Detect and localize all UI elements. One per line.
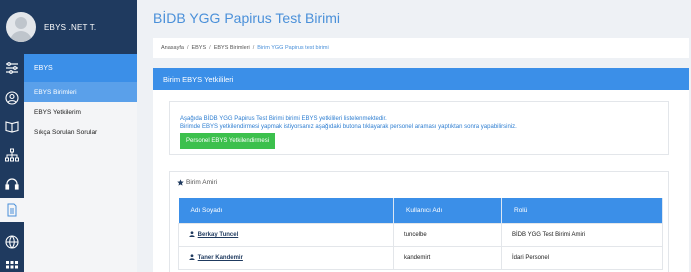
column-header-name[interactable]: Adı Soyadı — [178, 198, 394, 223]
section-title: Birim Amiri — [177, 179, 217, 186]
document-icon[interactable] — [0, 198, 24, 222]
sidebar-item-ebys-yetkilerim[interactable]: EBYS Yetkilerim — [24, 102, 137, 122]
info-text-2: Birimde EBYS yetkilendirmesi yapmak isti… — [180, 124, 517, 130]
menu-header-ebys[interactable]: EBYS — [24, 54, 137, 82]
globe-icon[interactable] — [0, 230, 24, 254]
breadcrumb-separator: / — [252, 45, 255, 51]
table-row: Taner Kandemir kandemirt İdari Personel — [178, 245, 663, 270]
column-header-username[interactable]: Kullanıcı Adı — [393, 198, 502, 223]
column-header-role[interactable]: Rolü — [501, 198, 663, 223]
cell-name: Berkay Tuncel — [178, 222, 394, 247]
user-icon — [189, 254, 195, 260]
headset-icon[interactable] — [0, 172, 24, 196]
authorities-panel: Birim EBYS Yetkilileri Aşağıda BİDB YGG … — [153, 68, 689, 272]
breadcrumb: Anasayfa / EBYS / EBYS Birimleri / Birim… — [153, 38, 689, 58]
grid-icon[interactable] — [0, 255, 24, 272]
info-box: Aşağıda BİDB YGG Papirus Test Birimi bir… — [169, 101, 669, 155]
book-icon[interactable] — [0, 114, 24, 138]
breadcrumb-home[interactable]: Anasayfa — [161, 45, 184, 51]
page-title: BİDB YGG Papirus Test Birimi — [153, 10, 340, 26]
cell-role: İdari Personel — [501, 245, 663, 270]
table-row: Berkay Tuncel tuncelbe BİDB YGG Test Bir… — [178, 222, 663, 247]
cell-name: Taner Kandemir — [178, 245, 394, 270]
table-header-row: Adı Soyadı Kullanıcı Adı Rolü — [178, 198, 663, 223]
avatar[interactable] — [6, 12, 36, 42]
users-table: Adı Soyadı Kullanıcı Adı Rolü Berkay Tun… — [178, 198, 663, 270]
icon-bar — [0, 54, 24, 272]
cell-username: kandemirt — [393, 245, 502, 270]
main-content: BİDB YGG Papirus Test Birimi Anasayfa / … — [137, 0, 691, 272]
breadcrumb-ebys[interactable]: EBYS — [191, 45, 206, 51]
info-text-1: Aşağıda BİDB YGG Papirus Test Birimi bir… — [180, 116, 387, 122]
section-title-text: Birim Amiri — [186, 179, 218, 186]
sidebar-menu: EBYS EBYS Birimleri EBYS Yetkilerim Sıkç… — [24, 54, 137, 272]
user-circle-icon[interactable] — [0, 86, 24, 110]
sitemap-icon[interactable] — [0, 143, 24, 167]
sidebar: EBYS .NET T. EBYS EBYS Birimleri EBYS Ye… — [0, 0, 137, 272]
user-icon — [189, 231, 195, 237]
breadcrumb-separator: / — [209, 45, 211, 51]
sliders-icon[interactable] — [0, 56, 24, 80]
profile-header: EBYS .NET T. — [0, 0, 137, 54]
panel-title: Birim EBYS Yetkilileri — [153, 68, 689, 90]
sidebar-item-ebys-birimleri[interactable]: EBYS Birimleri — [24, 82, 137, 102]
personel-yetkilendirme-button[interactable]: Personel EBYS Yetkilendirmesi — [180, 133, 276, 149]
user-link[interactable]: Berkay Tuncel — [198, 232, 239, 238]
breadcrumb-separator: / — [186, 45, 189, 51]
sidebar-item-sss[interactable]: Sıkça Sorulan Sorular — [24, 122, 137, 142]
user-link[interactable]: Taner Kandemir — [198, 255, 243, 261]
cell-username: tuncelbe — [393, 222, 502, 247]
star-icon — [177, 179, 184, 186]
profile-name: EBYS .NET T. — [44, 22, 97, 32]
breadcrumb-ebys-birimleri[interactable]: EBYS Birimleri — [214, 45, 250, 51]
breadcrumb-current: Birim YGG Papirus test birimi — [257, 45, 329, 51]
cell-role: BİDB YGG Test Birimi Amiri — [501, 222, 663, 247]
birim-amiri-section: Birim Amiri Adı Soyadı Kullanıcı Adı Rol… — [169, 171, 669, 272]
